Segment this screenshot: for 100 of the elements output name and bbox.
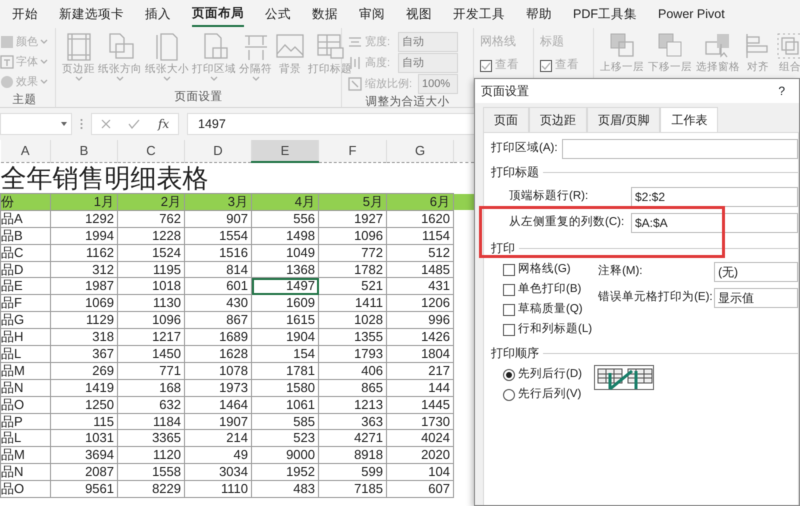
table-cell: 1628	[184, 346, 252, 362]
field-label: 打印区域(A):	[491, 140, 558, 156]
table-cell: 367	[50, 346, 118, 362]
table-cell: 1524	[118, 244, 184, 262]
table-cell: 762	[118, 210, 184, 228]
table-cell: 1228	[118, 227, 184, 244]
table-cell: 865	[318, 379, 386, 396]
table-cell: 品N	[0, 379, 50, 396]
table-cell: 品L	[0, 346, 50, 362]
header-cell: 5月	[318, 194, 386, 210]
table-cell: 7185	[318, 480, 386, 498]
table-cell: 217	[386, 362, 454, 380]
table-cell: 168	[118, 379, 184, 396]
table-cell: 1973	[184, 379, 252, 396]
table-cell: 3365	[118, 430, 184, 447]
table-cell: 3694	[50, 446, 118, 464]
table-cell: 431	[386, 278, 454, 295]
table-cell: 996	[386, 312, 454, 329]
field-label: 宽度:	[365, 34, 392, 50]
field-label: 从左侧重复的列数(C):	[509, 214, 626, 230]
table-cell: 1018	[118, 278, 184, 295]
sheet-title: 全年销售明细表格	[0, 162, 474, 194]
dialog-title: 页面设置	[481, 83, 529, 100]
table-cell: 430	[184, 294, 252, 312]
table-cell: 品M	[0, 362, 50, 380]
table-cell: 115	[50, 413, 118, 430]
option-label: 网格线	[480, 33, 517, 50]
field-label: 注释(M):	[598, 263, 644, 280]
table-cell: 1049	[252, 244, 318, 262]
table-cell: 772	[318, 244, 386, 262]
table-cell: 品N	[0, 464, 50, 481]
table-cell: 9561	[50, 480, 118, 498]
table-cell: 1154	[386, 227, 454, 244]
group-label: 主题	[12, 92, 38, 108]
header-cell: 4月	[252, 194, 318, 210]
table-cell: 144	[386, 379, 454, 396]
table-cell: 1445	[386, 396, 454, 414]
table-cell: 1730	[386, 413, 454, 430]
section-label: 打印标题	[491, 164, 539, 181]
table-cell: 1485	[386, 261, 454, 278]
header-cell: 2月	[118, 194, 184, 210]
table-cell: 867	[184, 312, 252, 329]
table-cell: 3034	[184, 464, 252, 481]
table-cell: 1689	[184, 328, 252, 346]
table-cell: 9000	[252, 446, 318, 464]
table-cell: 1904	[252, 328, 318, 346]
table-cell: 品G	[0, 312, 50, 329]
table-cell: 104	[386, 464, 454, 481]
table-cell: 1096	[318, 227, 386, 244]
table-cell: 1426	[386, 328, 454, 346]
table-cell: 品A	[0, 210, 50, 228]
table-cell: 599	[318, 464, 386, 481]
table-cell: 1781	[252, 362, 318, 380]
section-label: 打印顺序	[491, 345, 539, 362]
table-cell: 4024	[386, 430, 454, 447]
table-cell: 512	[386, 244, 454, 262]
table-cell: 品P	[0, 413, 50, 430]
table-cell: 1129	[50, 312, 118, 329]
table-cell: 4271	[318, 430, 386, 447]
table-cell: 1120	[118, 446, 184, 464]
table-cell: 521	[318, 278, 386, 295]
table-cell: 1110	[184, 480, 252, 498]
table-cell: 1031	[50, 430, 118, 447]
header-cell: 3月	[184, 194, 252, 210]
table-cell: 品E	[0, 278, 50, 295]
table-cell: 品C	[0, 244, 50, 262]
table-cell: 1609	[252, 294, 318, 312]
table-cell: 8918	[318, 446, 386, 464]
table-cell: 1028	[318, 312, 386, 329]
header-cell: 1月	[50, 194, 118, 210]
table-cell: 品M	[0, 446, 50, 464]
table-cell: 1069	[50, 294, 118, 312]
field-label: 缩放比例:	[365, 76, 414, 92]
header-cell: 6月	[386, 194, 454, 210]
table-cell: 601	[184, 278, 252, 295]
table-cell: 523	[252, 430, 318, 447]
table-cell: 1793	[318, 346, 386, 362]
table-cell: 1450	[118, 346, 184, 362]
table-cell: 1804	[386, 346, 454, 362]
table-cell: 1078	[184, 362, 252, 380]
table-cell: 363	[318, 413, 386, 430]
table-cell: 1411	[318, 294, 386, 312]
table-cell: 1250	[50, 396, 118, 414]
table-cell: 1355	[318, 328, 386, 346]
table-cell: 品F	[0, 294, 50, 312]
table-cell: 1615	[252, 312, 318, 329]
table-cell: 1927	[318, 210, 386, 228]
table-cell: 214	[184, 430, 252, 447]
table-cell: 1498	[252, 227, 318, 244]
table-cell: 品L	[0, 430, 50, 447]
group-label: 页面设置	[174, 90, 224, 105]
table-cell: 1096	[118, 312, 184, 329]
table-cell: 1464	[184, 396, 252, 414]
table-cell: 1061	[252, 396, 318, 414]
table-cell: 品O	[0, 396, 50, 414]
table-cell: 312	[50, 261, 118, 278]
table-cell: 1184	[118, 413, 184, 430]
table-cell: 1217	[118, 328, 184, 346]
table-cell: 483	[252, 480, 318, 498]
table-cell: 1620	[386, 210, 454, 228]
